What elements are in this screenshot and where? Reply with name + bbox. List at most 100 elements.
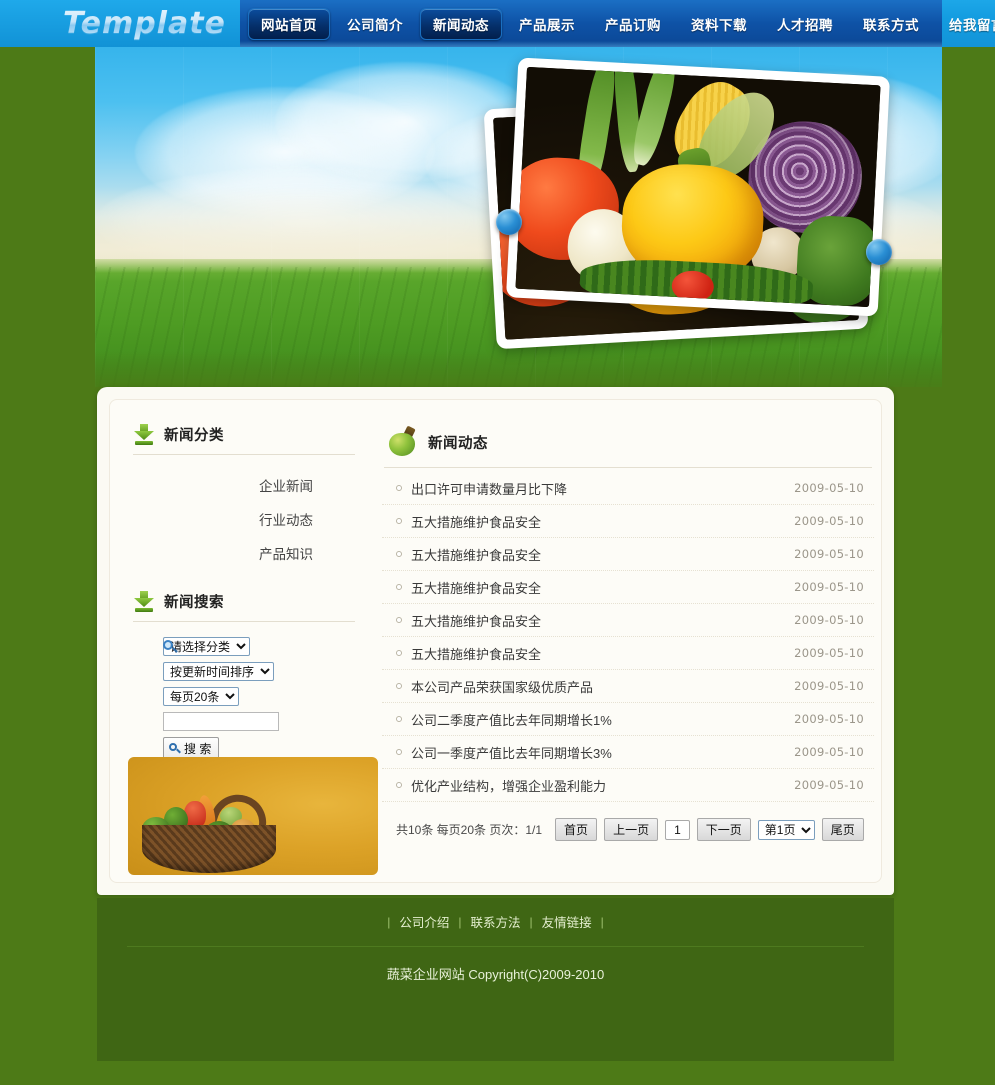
news-list-item[interactable]: 出口许可申请数量月比下降 2009-05-10 (382, 472, 874, 505)
news-header: 新闻动态 (382, 409, 874, 467)
top-bar: Template 网站首页 公司简介 新闻动态 产品展示 产品订购 资料下载 人… (0, 0, 995, 47)
main-navigation: 网站首页 公司简介 新闻动态 产品展示 产品订购 资料下载 人才招聘 联系方式 … (240, 0, 995, 47)
news-date: 2009-05-10 (794, 646, 864, 660)
news-list-item[interactable]: 五大措施维护食品安全 2009-05-10 (382, 505, 874, 538)
news-list-item[interactable]: 五大措施维护食品安全 2009-05-10 (382, 538, 874, 571)
hero-photo-stack (483, 57, 892, 367)
hero-photo-front-image (515, 66, 881, 308)
sidebar-category-header: 新闻分类 (119, 409, 369, 454)
main-panel: 新闻分类 企业新闻 行业动态 产品知识 新闻搜索 请选择分类 按更新时间排序 每… (97, 387, 894, 895)
footer: | 公司介绍 | 联系方法 | 友情链接 | 蔬菜企业网站 Copyright(… (97, 898, 894, 1061)
site-logo[interactable]: Template (63, 6, 226, 41)
search-category-row: 请选择分类 (119, 634, 369, 659)
news-title: 公司二季度产值比去年同期增长1% (411, 712, 612, 728)
news-date: 2009-05-10 (794, 778, 864, 792)
nav-item-message[interactable]: 给我留言 (936, 8, 995, 40)
news-date: 2009-05-10 (794, 547, 864, 561)
news-list-item[interactable]: 五大措施维护食品安全 2009-05-10 (382, 604, 874, 637)
bullet-icon (396, 749, 402, 755)
bullet-icon (396, 650, 402, 656)
news-content: 新闻动态 出口许可申请数量月比下降 2009-05-10 五大措施维护食品安全 … (382, 409, 874, 875)
magnifier-icon (163, 640, 178, 654)
sidebar-item-industry-news[interactable]: 行业动态 (119, 502, 313, 536)
sidebar: 新闻分类 企业新闻 行业动态 产品知识 新闻搜索 请选择分类 按更新时间排序 每… (119, 409, 378, 875)
bullet-icon (396, 551, 402, 557)
hero-banner (95, 47, 942, 387)
nav-list: 网站首页 公司简介 新闻动态 产品展示 产品订购 资料下载 人才招聘 联系方式 … (240, 0, 995, 47)
footer-separator: | (387, 914, 391, 929)
news-title: 五大措施维护食品安全 (411, 580, 542, 596)
bullet-icon (396, 485, 402, 491)
pepper-icon (388, 425, 418, 457)
search-sort-row: 按更新时间排序 (119, 659, 369, 684)
download-arrow-icon (133, 423, 155, 445)
nav-item-jobs[interactable]: 人才招聘 (764, 8, 846, 40)
hero-photo-front[interactable] (505, 57, 891, 317)
news-list-item[interactable]: 公司一季度产值比去年同期增长3% 2009-05-10 (382, 736, 874, 769)
vegetable-scene (515, 66, 881, 308)
news-date: 2009-05-10 (794, 613, 864, 627)
footer-link-about[interactable]: 公司介绍 (399, 912, 449, 931)
footer-link-contact[interactable]: 联系方法 (470, 912, 520, 931)
bullet-icon (396, 716, 402, 722)
photo-pin-right-icon (866, 239, 892, 265)
search-perpage-row: 每页20条 (119, 684, 369, 709)
pagination-last-button[interactable]: 尾页 (821, 818, 864, 841)
page-root: Template 网站首页 公司简介 新闻动态 产品展示 产品订购 资料下载 人… (0, 0, 995, 1085)
logo-area: Template (0, 0, 240, 47)
news-date: 2009-05-10 (794, 745, 864, 759)
news-title: 五大措施维护食品安全 (411, 646, 542, 662)
search-sort-select[interactable]: 按更新时间排序 (163, 662, 274, 681)
news-list-item[interactable]: 公司二季度产值比去年同期增长1% 2009-05-10 (382, 703, 874, 736)
nav-item-home[interactable]: 网站首页 (248, 7, 330, 40)
news-list-item[interactable]: 五大措施维护食品安全 2009-05-10 (382, 637, 874, 670)
news-date: 2009-05-10 (794, 712, 864, 726)
news-list-item[interactable]: 五大措施维护食品安全 2009-05-10 (382, 571, 874, 604)
news-title: 五大措施维护食品安全 (411, 514, 542, 530)
footer-copyright: 蔬菜企业网站 Copyright(C)2009-2010 (386, 967, 605, 982)
news-date: 2009-05-10 (794, 580, 864, 594)
pagination-page-select[interactable]: 第1页 (757, 819, 815, 840)
magnifier-icon (169, 743, 181, 754)
footer-separator: | (529, 914, 533, 929)
news-title: 公司一季度产值比去年同期增长3% (411, 745, 612, 761)
footer-links: | 公司介绍 | 联系方法 | 友情链接 | (97, 898, 894, 931)
news-title: 本公司产品荣获国家级优质产品 (411, 679, 594, 695)
news-list-item[interactable]: 优化产业结构，增强企业盈利能力 2009-05-10 (382, 769, 874, 802)
news-date: 2009-05-10 (794, 514, 864, 528)
footer-link-friends[interactable]: 友情链接 (542, 912, 592, 931)
news-title: 出口许可申请数量月比下降 (411, 481, 568, 497)
search-perpage-select[interactable]: 每页20条 (163, 687, 239, 706)
pagination-current-page: 1 (665, 819, 690, 840)
sidebar-ad-banner[interactable] (128, 757, 378, 875)
vegetable-basket-illustration (134, 787, 286, 873)
news-date: 2009-05-10 (794, 679, 864, 693)
sidebar-item-product-knowledge[interactable]: 产品知识 (119, 536, 313, 570)
search-keyword-input[interactable] (163, 712, 279, 731)
page-title: 新闻动态 (428, 435, 488, 452)
footer-separator: | (458, 914, 462, 929)
news-list: 出口许可申请数量月比下降 2009-05-10 五大措施维护食品安全 2009-… (382, 468, 874, 802)
search-keyword-row (119, 709, 369, 734)
search-submit-label: 搜 索 (184, 742, 212, 756)
sidebar-search-header: 新闻搜索 (119, 576, 369, 621)
nav-item-products[interactable]: 产品展示 (506, 8, 588, 40)
pagination-info: 共10条 每页20条 页次：1/1 (396, 823, 543, 837)
nav-item-downloads[interactable]: 资料下载 (678, 8, 760, 40)
news-title: 五大措施维护食品安全 (411, 547, 542, 563)
sidebar-category-links: 企业新闻 行业动态 产品知识 (119, 455, 369, 576)
bullet-icon (396, 782, 402, 788)
news-title: 五大措施维护食品安全 (411, 613, 542, 629)
bullet-icon (396, 518, 402, 524)
bullet-icon (396, 617, 402, 623)
sidebar-item-enterprise-news[interactable]: 企业新闻 (119, 468, 313, 502)
pagination-prev-button[interactable]: 上一页 (604, 818, 659, 841)
nav-item-contact[interactable]: 联系方式 (850, 8, 932, 40)
nav-item-news[interactable]: 新闻动态 (420, 7, 502, 40)
pagination-first-button[interactable]: 首页 (555, 818, 598, 841)
nav-item-order[interactable]: 产品订购 (592, 8, 674, 40)
pagination-next-button[interactable]: 下一页 (696, 818, 751, 841)
sidebar-search-title: 新闻搜索 (164, 594, 224, 611)
news-list-item[interactable]: 本公司产品荣获国家级优质产品 2009-05-10 (382, 670, 874, 703)
nav-item-about[interactable]: 公司简介 (334, 8, 416, 40)
